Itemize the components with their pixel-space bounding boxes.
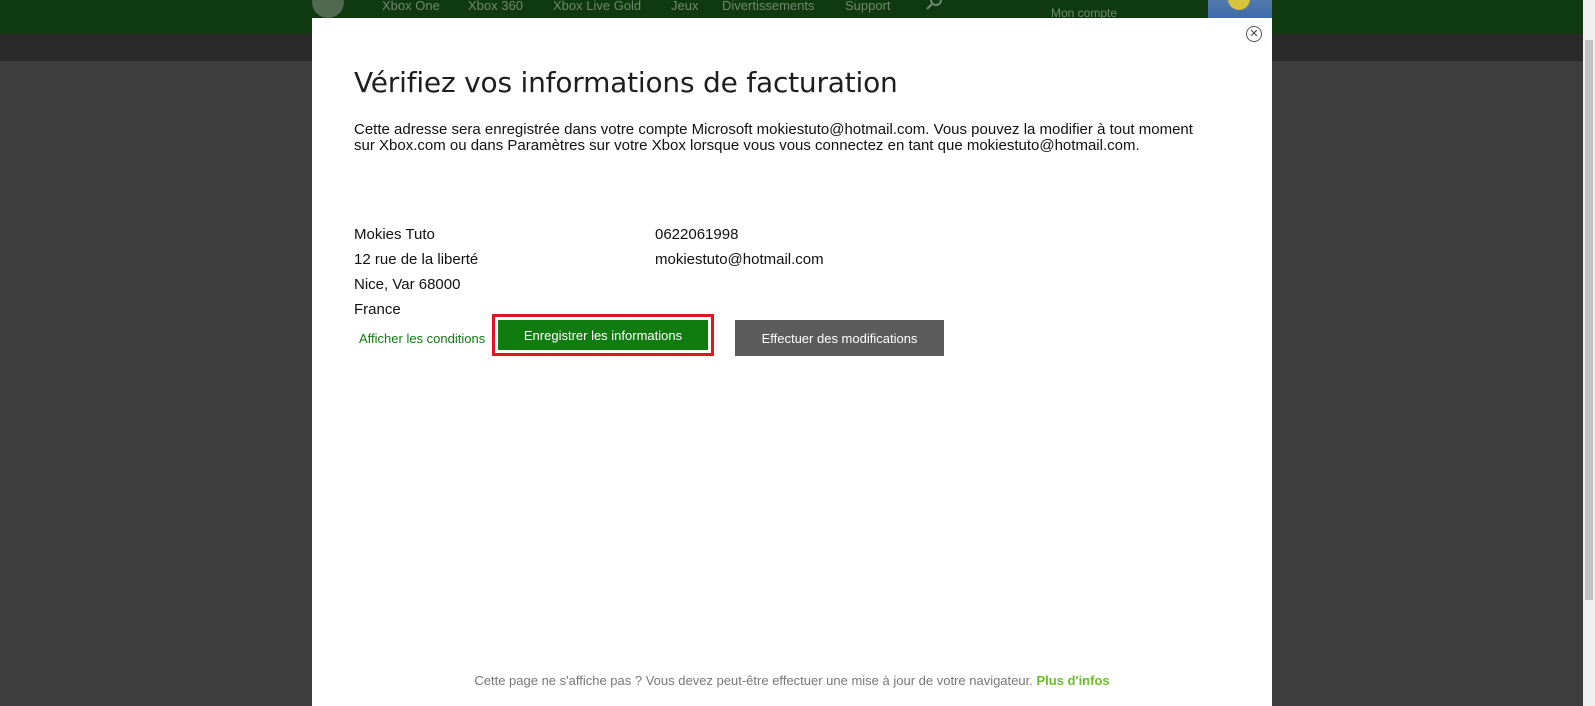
nav-item-jeux[interactable]: Jeux xyxy=(671,0,698,13)
dialog-description: Cette adresse sera enregistrée dans votr… xyxy=(354,121,1193,154)
view-terms-link[interactable]: Afficher les conditions xyxy=(359,331,485,346)
avatar-face xyxy=(1228,0,1250,10)
xbox-logo-icon[interactable] xyxy=(312,0,344,18)
address-name: Mokies Tuto xyxy=(354,226,435,243)
nav-item-support[interactable]: Support xyxy=(845,0,891,13)
scrollbar-thumb[interactable] xyxy=(1585,40,1593,600)
nav-item-xbox-one[interactable]: Xbox One xyxy=(382,0,440,13)
page-scrollbar[interactable] xyxy=(1583,0,1595,706)
more-info-link[interactable]: Plus d'infos xyxy=(1036,673,1109,688)
address-street: 12 rue de la liberté xyxy=(354,251,479,268)
search-icon[interactable] xyxy=(926,0,944,12)
save-button-highlight: Enregistrer les informations xyxy=(492,314,714,356)
avatar[interactable] xyxy=(1208,0,1272,18)
billing-info-dialog: ✕ Vérifiez vos informations de facturati… xyxy=(312,18,1272,706)
billing-address: Mokies Tuto 12 rue de la liberté Nice, V… xyxy=(354,222,478,322)
close-icon[interactable]: ✕ xyxy=(1246,26,1262,42)
dialog-title: Vérifiez vos informations de facturation xyxy=(354,66,898,99)
nav-item-xbox-live-gold[interactable]: Xbox Live Gold xyxy=(553,0,641,13)
nav-item-xbox-360[interactable]: Xbox 360 xyxy=(468,0,523,13)
nav-item-divertissements[interactable]: Divertissements xyxy=(722,0,814,13)
contact-info: 0622061998 mokiestuto@hotmail.com xyxy=(655,222,824,272)
browser-notice-text: Cette page ne s'affiche pas ? Vous devez… xyxy=(474,673,1033,688)
address-city: Nice, Var 68000 xyxy=(354,276,461,293)
browser-notice: Cette page ne s'affiche pas ? Vous devez… xyxy=(312,673,1272,688)
address-country: France xyxy=(354,301,401,318)
save-info-button[interactable]: Enregistrer les informations xyxy=(498,320,708,350)
contact-email: mokiestuto@hotmail.com xyxy=(655,251,824,268)
contact-phone: 0622061998 xyxy=(655,226,739,243)
make-changes-button[interactable]: Effectuer des modifications xyxy=(735,320,944,356)
